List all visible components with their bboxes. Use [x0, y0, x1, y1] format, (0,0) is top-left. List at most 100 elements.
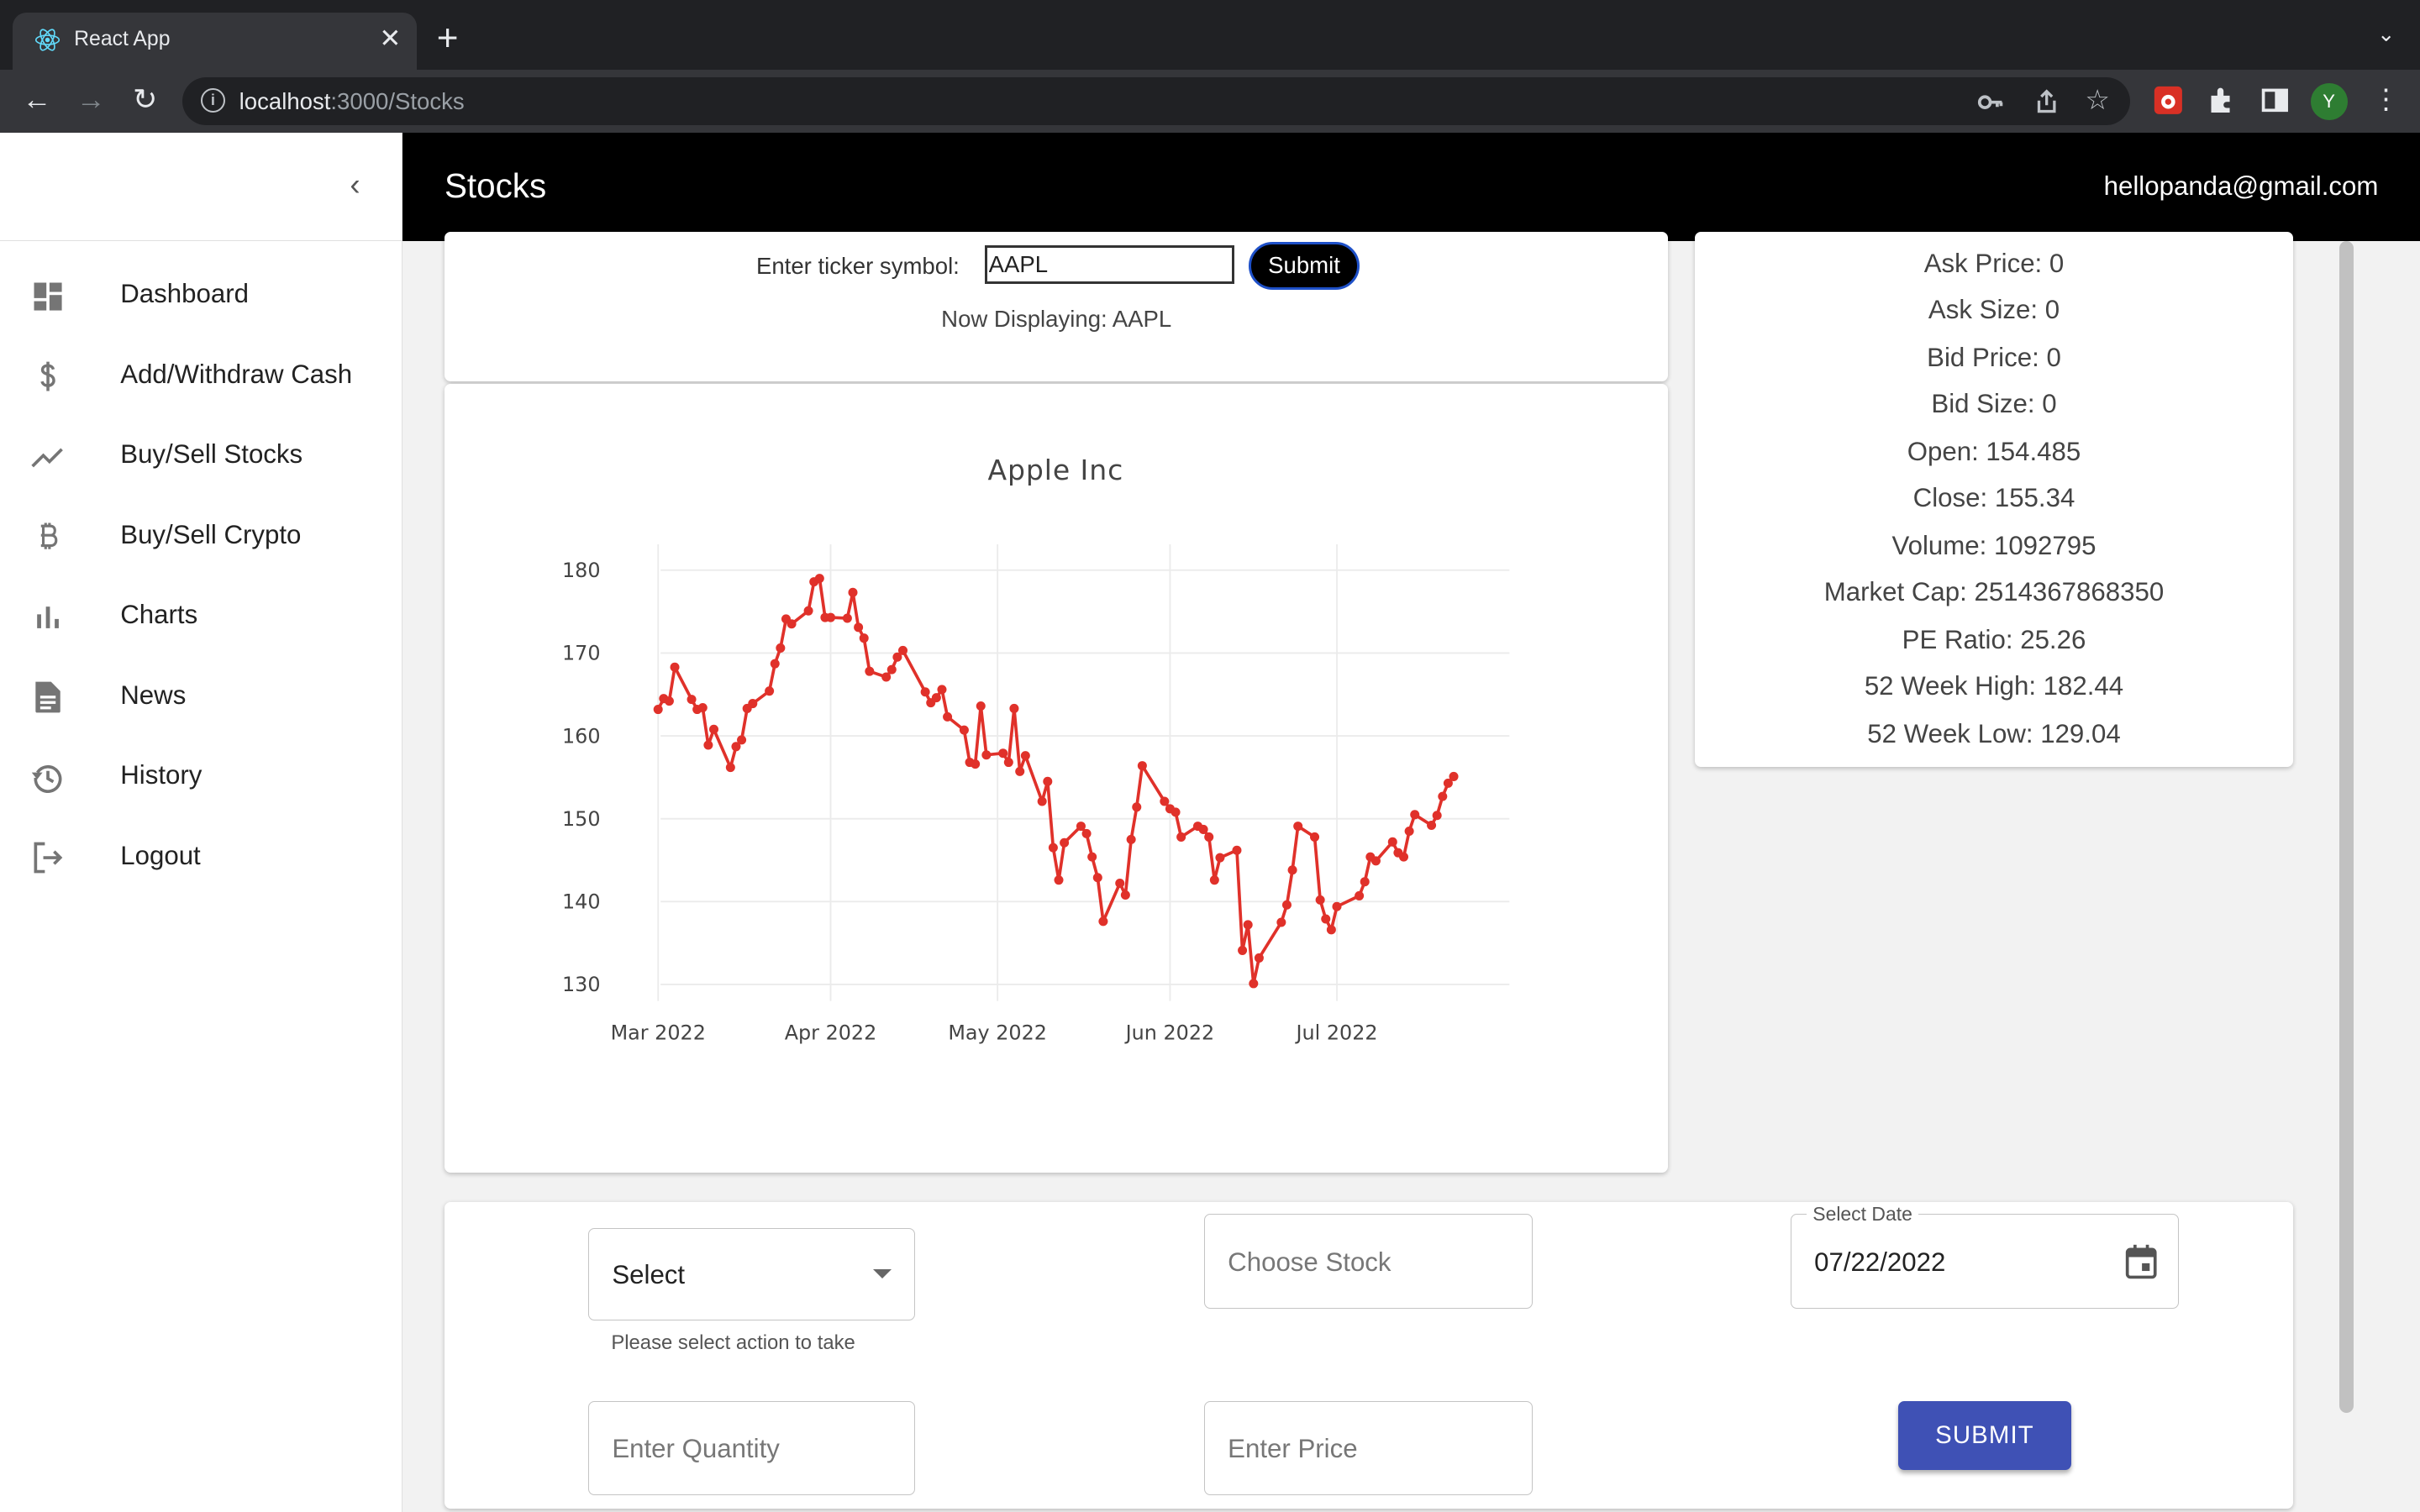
price-point[interactable]: [687, 695, 697, 705]
price-point[interactable]: [1249, 979, 1259, 989]
forward-icon[interactable]: →: [72, 81, 109, 118]
price-point[interactable]: [943, 712, 953, 722]
price-point[interactable]: [1370, 856, 1381, 866]
price-point[interactable]: [1009, 704, 1019, 714]
price-point[interactable]: [1015, 767, 1025, 777]
price-point[interactable]: [1092, 873, 1102, 883]
price-point[interactable]: [826, 612, 836, 622]
price-point[interactable]: [1120, 890, 1130, 900]
price-point[interactable]: [1126, 835, 1136, 845]
price-point[interactable]: [854, 622, 864, 633]
price-point[interactable]: [1232, 846, 1242, 856]
share-icon[interactable]: [2034, 88, 2059, 116]
price-point[interactable]: [1081, 829, 1092, 839]
price-point[interactable]: [920, 687, 930, 697]
price-point[interactable]: [1321, 914, 1331, 924]
price-point[interactable]: [1160, 796, 1170, 806]
scrollbar-thumb[interactable]: [2339, 240, 2354, 1414]
ticker-input[interactable]: [984, 245, 1235, 284]
sidebar-item-dashboard[interactable]: Dashboard: [0, 256, 402, 337]
site-info-icon[interactable]: i: [200, 87, 226, 113]
price-point[interactable]: [981, 750, 992, 760]
price-point[interactable]: [1287, 865, 1297, 875]
price-point[interactable]: [1449, 772, 1459, 782]
ticker-submit-button[interactable]: Submit: [1248, 242, 1360, 291]
price-point[interactable]: [971, 759, 981, 769]
price-point[interactable]: [1404, 827, 1414, 837]
price-point[interactable]: [708, 725, 718, 735]
price-point[interactable]: [976, 701, 986, 711]
sidebar-item-add-withdraw-cash[interactable]: Add/Withdraw Cash: [0, 336, 402, 417]
reload-icon[interactable]: ↻: [127, 81, 164, 118]
price-point[interactable]: [1020, 751, 1030, 761]
price-point[interactable]: [1309, 832, 1320, 843]
side-panel-icon[interactable]: [2260, 85, 2291, 116]
price-point[interactable]: [1060, 838, 1070, 848]
price-point[interactable]: [937, 685, 947, 695]
price-point[interactable]: [786, 619, 797, 629]
sidebar-item-buy-sell-stocks[interactable]: Buy/Sell Stocks: [0, 417, 402, 497]
address-bar[interactable]: i localhost:3000/Stocks ☆: [182, 76, 2130, 125]
price-point[interactable]: [765, 686, 775, 696]
date-picker-field[interactable]: Select Date 07/22/2022: [1790, 1202, 2180, 1309]
price-point[interactable]: [725, 763, 735, 773]
price-point[interactable]: [848, 588, 858, 598]
price-point[interactable]: [1137, 761, 1147, 771]
price-point[interactable]: [670, 663, 680, 673]
price-point[interactable]: [1254, 953, 1264, 963]
sidebar-item-buy-sell-crypto[interactable]: Buy/Sell Crypto: [0, 496, 402, 577]
price-point[interactable]: [1171, 807, 1181, 817]
price-point[interactable]: [897, 646, 908, 656]
extensions-puzzle-icon[interactable]: [2207, 85, 2238, 116]
sidebar-item-news[interactable]: News: [0, 657, 402, 738]
price-point[interactable]: [1043, 777, 1053, 787]
trade-submit-button[interactable]: SUBMIT: [1898, 1400, 2071, 1471]
stock-price-chart[interactable]: Apple Inc 130 140 150 160 170 180 Mar 2022 Apr …: [445, 384, 1669, 1173]
url-text[interactable]: localhost:3000/Stocks: [239, 88, 465, 115]
price-point[interactable]: [931, 693, 941, 703]
action-select[interactable]: Select: [587, 1228, 916, 1321]
price-point[interactable]: [664, 696, 674, 706]
price-point[interactable]: [865, 666, 875, 677]
price-point[interactable]: [1360, 877, 1370, 887]
key-icon[interactable]: [1977, 90, 2005, 114]
price-point[interactable]: [1204, 832, 1214, 843]
sidebar-item-logout[interactable]: Logout: [0, 817, 402, 898]
price-point[interactable]: [1076, 822, 1086, 832]
price-point[interactable]: [859, 633, 869, 643]
price-point[interactable]: [1054, 875, 1064, 885]
price-point[interactable]: [1209, 875, 1219, 885]
price-point[interactable]: [1315, 895, 1325, 906]
price-point[interactable]: [737, 735, 747, 745]
extension-red-icon[interactable]: [2153, 85, 2184, 116]
price-point[interactable]: [1332, 902, 1342, 912]
close-tab-icon[interactable]: ✕: [379, 24, 401, 55]
price-point[interactable]: [1398, 852, 1408, 862]
price-point[interactable]: [1003, 758, 1013, 768]
price-point[interactable]: [1326, 925, 1336, 935]
price-point[interactable]: [776, 643, 786, 654]
price-point[interactable]: [1276, 917, 1286, 927]
price-point[interactable]: [1132, 802, 1142, 812]
price-point[interactable]: [748, 699, 758, 709]
bookmark-star-icon[interactable]: ☆: [2085, 87, 2110, 114]
price-point[interactable]: [1355, 891, 1365, 901]
user-email[interactable]: hellopanda@gmail.com: [2104, 171, 2379, 202]
price-field[interactable]: Enter Price: [1203, 1400, 1533, 1495]
price-point[interactable]: [886, 664, 897, 675]
price-point[interactable]: [1293, 822, 1303, 832]
price-point[interactable]: [881, 672, 892, 682]
choose-stock-field[interactable]: Choose Stock: [1203, 1214, 1533, 1309]
price-point[interactable]: [1198, 825, 1208, 835]
price-point[interactable]: [1087, 852, 1097, 862]
price-point[interactable]: [703, 740, 713, 750]
price-point[interactable]: [770, 659, 780, 669]
quantity-field[interactable]: Enter Quantity: [587, 1400, 916, 1495]
price-point[interactable]: [1387, 837, 1397, 848]
price-point[interactable]: [1215, 853, 1225, 863]
price-point[interactable]: [1427, 821, 1437, 831]
chevron-left-icon[interactable]: ‹: [336, 166, 373, 203]
price-point[interactable]: [1410, 810, 1420, 820]
price-point[interactable]: [959, 725, 969, 735]
sidebar-item-charts[interactable]: Charts: [0, 577, 402, 658]
